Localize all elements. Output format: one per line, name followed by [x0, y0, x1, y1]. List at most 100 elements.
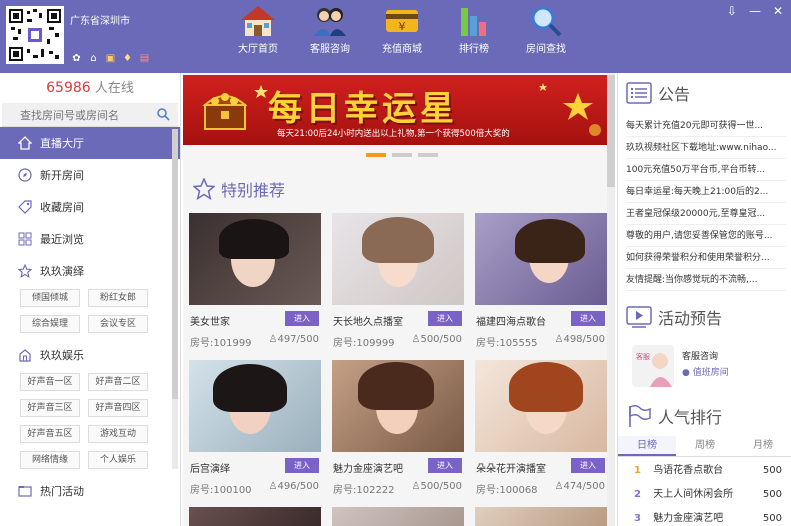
- tab-daily[interactable]: 日榜: [618, 436, 676, 456]
- activity-card[interactable]: 客服 客服咨询 ● 值班房间: [632, 345, 782, 387]
- carousel-dot[interactable]: [392, 153, 412, 157]
- room-name: 后宫演绎: [190, 464, 230, 475]
- rank-row[interactable]: 3 魅力金座演艺吧 500: [634, 507, 786, 526]
- tag-item[interactable]: 粉红女郎: [88, 289, 148, 307]
- notice-item[interactable]: 王者皇冠保级20000元,至尊皇冠...: [626, 203, 786, 225]
- home-icon[interactable]: ⌂: [87, 52, 100, 65]
- money-bag-icon[interactable]: ♦: [121, 52, 134, 65]
- tag-item[interactable]: 个人娱乐: [88, 451, 148, 469]
- nav-lobby-home[interactable]: 大厅首页: [222, 4, 294, 55]
- minimize-icon[interactable]: —: [749, 4, 761, 18]
- notice-item[interactable]: 友情提醒:当你感觉玩的不流畅,...: [626, 269, 786, 291]
- calendar-icon[interactable]: ▤: [138, 52, 151, 65]
- right-panel: 公告 每天累计充值20元即可获得一世... 玖玖视频社区下载地址:www.nih…: [617, 73, 791, 526]
- sidebar-item-favorites[interactable]: 收藏房间: [0, 191, 180, 223]
- rank-row[interactable]: 2 天上人间休闲会所 500: [634, 483, 786, 507]
- star-outline-icon: [193, 178, 215, 200]
- sidebar-item-hot-events[interactable]: 热门活动: [0, 475, 180, 507]
- enter-room-button[interactable]: 进入: [285, 311, 319, 326]
- enter-room-button[interactable]: 进入: [571, 311, 605, 326]
- room-prefix: 房号:: [190, 338, 214, 349]
- enter-room-button[interactable]: 进入: [571, 458, 605, 473]
- enter-room-button[interactable]: 进入: [428, 458, 462, 473]
- enter-room-button[interactable]: 进入: [428, 311, 462, 326]
- nav-recharge-mall[interactable]: ¥ 充值商城: [366, 4, 438, 55]
- room-photo[interactable]: [189, 360, 321, 452]
- room-search-box: [2, 103, 178, 127]
- sidebar-item-recent[interactable]: 最近浏览: [0, 223, 180, 255]
- room-photo[interactable]: [189, 213, 321, 305]
- gift-icon[interactable]: ▣: [104, 52, 117, 65]
- main-scrollbar[interactable]: [607, 73, 615, 526]
- room-card[interactable]: 后宫演绎 进入 房号:100100 ♙496/500: [189, 360, 321, 500]
- tab-weekly[interactable]: 周榜: [676, 436, 734, 456]
- room-search-input[interactable]: [2, 103, 152, 127]
- dropdown-arrow-icon[interactable]: ⇩: [727, 4, 737, 18]
- notice-item[interactable]: 100元充值50万平台币,平台币转...: [626, 159, 786, 181]
- search-icon[interactable]: [157, 108, 170, 121]
- gear-icon[interactable]: ✿: [70, 52, 83, 65]
- room-photo[interactable]: [475, 360, 607, 452]
- sidebar-item-jiujiu-fun[interactable]: 玖玖娱乐: [0, 339, 180, 371]
- sidebar-item-new-rooms[interactable]: 新开房间: [0, 159, 180, 191]
- room-id: 109999: [356, 338, 395, 349]
- house-outline-icon: [19, 349, 31, 362]
- nav-room-search[interactable]: 房间查找: [510, 4, 582, 55]
- enter-room-button[interactable]: 进入: [285, 458, 319, 473]
- activity-title: 活动预告: [658, 309, 723, 328]
- sidebar-item-live-hall[interactable]: 直播大厅: [0, 127, 180, 159]
- tag-item[interactable]: 网络情缘: [20, 451, 80, 469]
- bar-chart-icon: [461, 8, 486, 36]
- room-photo[interactable]: [332, 213, 464, 305]
- left-sidebar: 65986 人在线 直播大厅 新开房间 收藏房间 最近浏览 玖玖演绎 倾国倾城 …: [0, 73, 181, 526]
- tag-item[interactable]: 会议专区: [88, 315, 148, 333]
- tag-item[interactable]: 游戏互动: [88, 425, 148, 443]
- room-photo[interactable]: [475, 213, 607, 305]
- room-card[interactable]: 美女世家 进入 房号:101999 ♙497/500: [189, 213, 321, 353]
- tab-monthly[interactable]: 月榜: [734, 436, 791, 456]
- nav-customer-service[interactable]: 客服咨询: [294, 4, 366, 55]
- room-number: 房号:102222: [333, 481, 395, 496]
- carousel-dot[interactable]: [418, 153, 438, 157]
- lucky-star-banner[interactable]: 每日幸运星 每天21:00后24小时内送出以上礼物,第一个获得500倍大奖的: [183, 75, 615, 145]
- scrollbar-thumb[interactable]: [607, 75, 615, 187]
- tag-item[interactable]: 好声音二区: [88, 373, 148, 391]
- fun-tag-row: 好声音一区 好声音二区: [0, 371, 180, 397]
- rank-title: 人气排行: [658, 408, 723, 427]
- rank-number: 1: [634, 465, 641, 476]
- room-card[interactable]: 朵朵花开演播室 进入 房号:100068 ♙474/500: [475, 360, 607, 500]
- notice-item[interactable]: 如何获得荣誉积分和使用荣誉积分...: [626, 247, 786, 269]
- tag-item[interactable]: 好声音五区: [20, 425, 80, 443]
- nav-leaderboard[interactable]: 排行榜: [438, 4, 510, 55]
- activity-header: 活动预告: [618, 305, 722, 329]
- notice-item[interactable]: 每天累计充值20元即可获得一世...: [626, 115, 786, 137]
- rank-number: 3: [634, 513, 641, 524]
- nav-label: 房间查找: [526, 44, 566, 55]
- room-photo-partial[interactable]: [189, 507, 321, 526]
- room-photo-partial[interactable]: [332, 507, 464, 526]
- sidebar-scrollbar[interactable]: [172, 129, 178, 469]
- viewer-count-value: 497/500: [277, 334, 319, 345]
- room-card[interactable]: 天长地久点播室 进入 房号:109999 ♙500/500: [332, 213, 464, 353]
- notice-item[interactable]: 尊敬的用户,请您妥善保管您的账号...: [626, 225, 786, 247]
- scrollbar-thumb[interactable]: [172, 129, 178, 399]
- sidebar-item-jiujiu-show[interactable]: 玖玖演绎: [0, 255, 180, 287]
- yen-card-icon: ¥: [386, 10, 418, 33]
- tag-item[interactable]: 倾国倾城: [20, 289, 80, 307]
- nav-label: 大厅首页: [238, 44, 278, 55]
- tag-item[interactable]: 综合娱理: [20, 315, 80, 333]
- viewer-count-value: 500/500: [420, 334, 462, 345]
- room-card[interactable]: 魅力金座演艺吧 进入 房号:102222 ♙500/500: [332, 360, 464, 500]
- tag-item[interactable]: 好声音三区: [20, 399, 80, 417]
- room-card[interactable]: 福建四海点歌台 进入 房号:105555 ♙498/500: [475, 213, 607, 353]
- rank-row[interactable]: 1 鸟语花香点歌台 500: [634, 459, 786, 483]
- tag-item[interactable]: 好声音四区: [88, 399, 148, 417]
- carousel-dot-active[interactable]: [366, 153, 386, 157]
- online-label: 人在线: [94, 81, 134, 96]
- notice-item[interactable]: 每日幸运星:每天晚上21:00后的2...: [626, 181, 786, 203]
- tag-item[interactable]: 好声音一区: [20, 373, 80, 391]
- room-photo[interactable]: [332, 360, 464, 452]
- room-photo-partial[interactable]: [475, 507, 607, 526]
- notice-item[interactable]: 玖玖视频社区下载地址:www.nihao...: [626, 137, 786, 159]
- close-icon[interactable]: ✕: [773, 4, 783, 18]
